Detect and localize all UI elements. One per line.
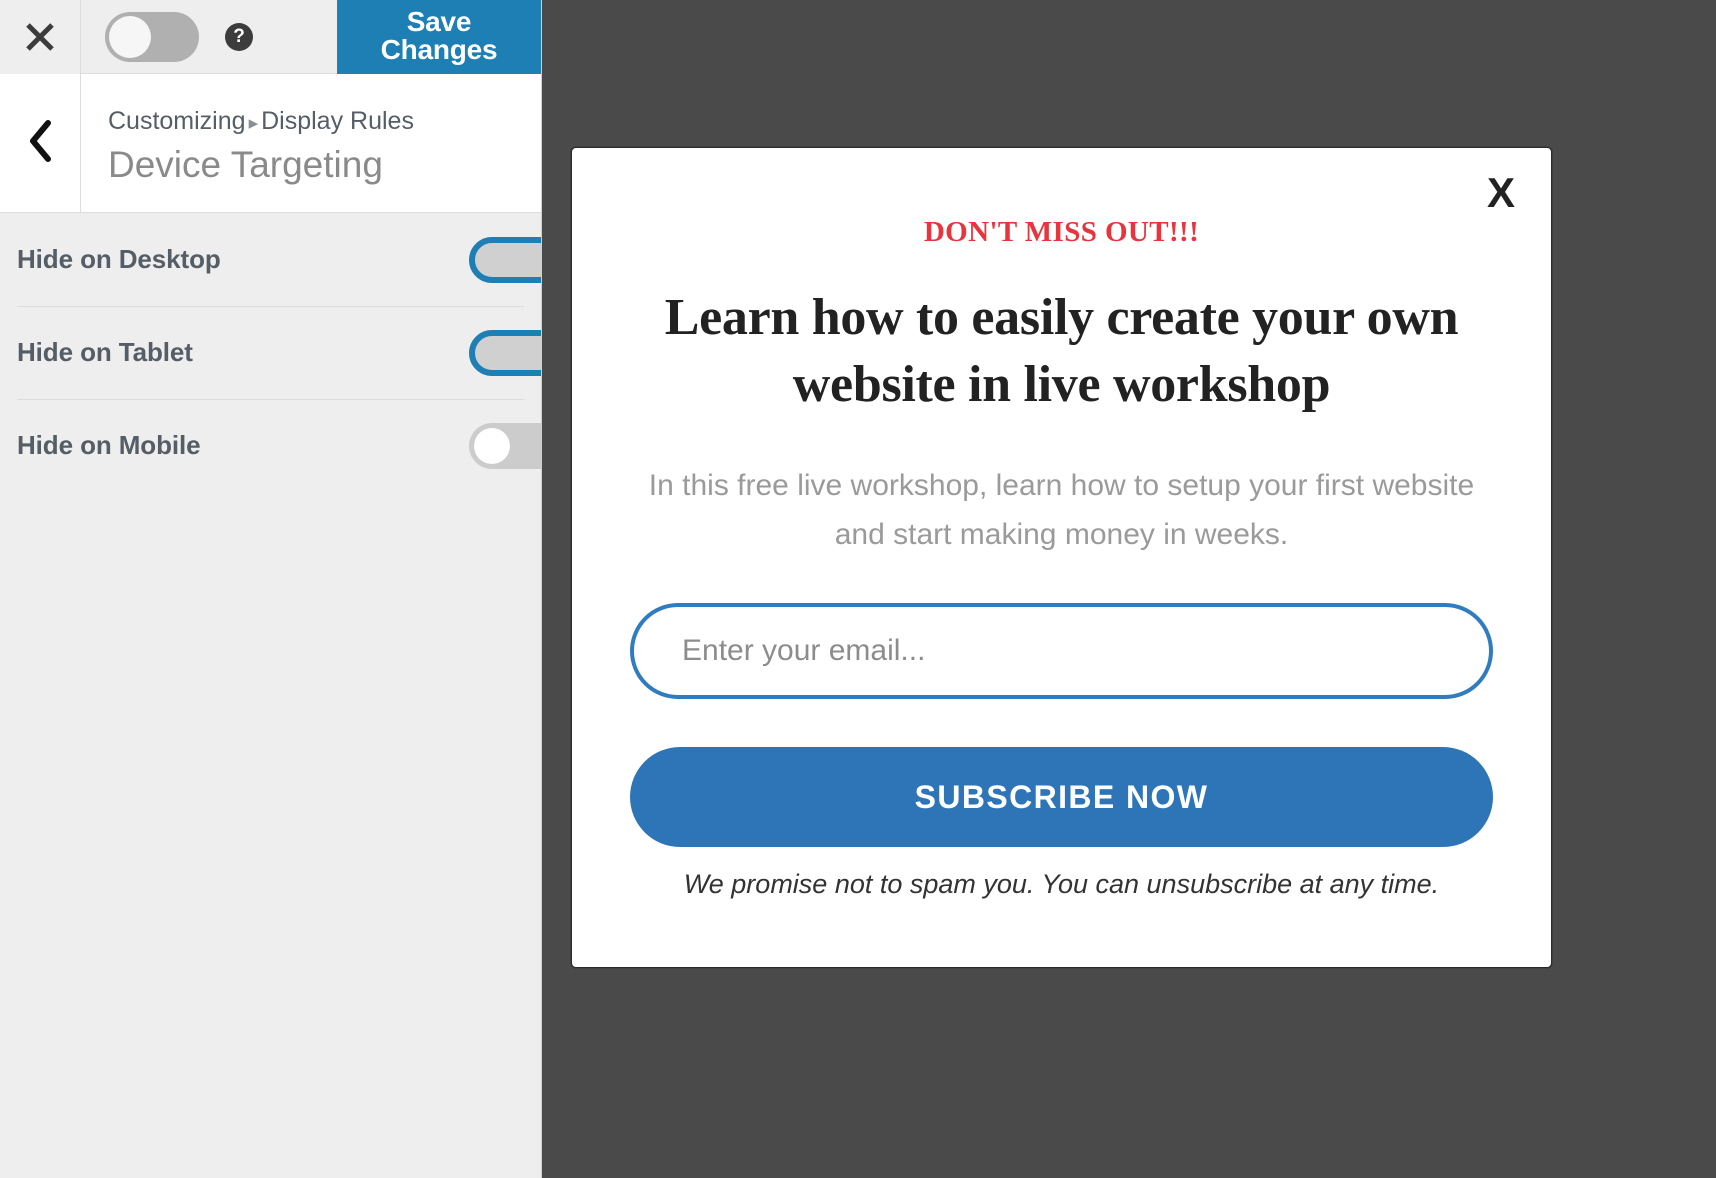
breadcrumb-root[interactable]: Customizing — [108, 107, 246, 135]
customizer-screen: ? Save Changes Customizing ▸ Display Rules… — [0, 0, 1716, 1178]
close-modal-button[interactable]: X — [1487, 172, 1515, 214]
customizer-topbar-actions: ? Save Changes — [81, 0, 541, 80]
optin-modal: X DON'T MISS OUT!!! Learn how to easily … — [571, 147, 1552, 968]
row-hide-on-desktop: Hide on Desktop — [0, 213, 541, 306]
page-title: Device Targeting — [108, 144, 383, 185]
breadcrumb-current: Display Rules — [261, 107, 414, 135]
row-hide-on-mobile: Hide on Mobile — [0, 399, 541, 492]
breadcrumb-separator-icon: ▸ — [248, 113, 259, 134]
close-x-icon — [23, 20, 57, 54]
hide-on-tablet-toggle[interactable] — [469, 329, 541, 376]
modal-subhead: In this free live workshop, learn how to… — [648, 469, 1475, 551]
toggle-knob — [109, 15, 151, 58]
optin-modal-content: DON'T MISS OUT!!! Learn how to easily cr… — [572, 148, 1551, 900]
save-changes-button[interactable]: Save Changes — [337, 0, 541, 80]
device-targeting-rows: Hide on Desktop Hide on Tablet Hide on M… — [0, 213, 541, 492]
modal-eyebrow: DON'T MISS OUT!!! — [923, 216, 1200, 248]
preview-device-toggle[interactable] — [105, 11, 199, 62]
privacy-promise-text: We promise not to spam you. You can unsu… — [683, 869, 1440, 900]
chevron-left-icon — [27, 119, 53, 167]
help-question-icon[interactable]: ? — [225, 22, 253, 51]
customizer-topbar: ? Save Changes — [0, 0, 541, 80]
email-input[interactable] — [630, 603, 1493, 700]
close-customizer-button[interactable] — [0, 0, 81, 74]
back-button[interactable] — [0, 74, 81, 212]
toggle-knob — [474, 427, 510, 464]
hide-on-desktop-toggle[interactable] — [469, 236, 541, 283]
row-label: Hide on Tablet — [17, 337, 193, 367]
row-hide-on-tablet: Hide on Tablet — [0, 306, 541, 399]
subscribe-button[interactable]: SUBSCRIBE NOW — [630, 747, 1493, 848]
row-label: Hide on Desktop — [17, 244, 221, 274]
section-header-text: Customizing ▸ Display Rules Device Targeti… — [81, 74, 541, 212]
modal-headline: Learn how to easily create your own webs… — [664, 289, 1459, 413]
hide-on-mobile-toggle[interactable] — [469, 422, 541, 469]
site-preview: X DON'T MISS OUT!!! Learn how to easily … — [542, 0, 1716, 1178]
customizer-panel: ? Save Changes Customizing ▸ Display Rules… — [0, 0, 542, 1178]
row-label: Hide on Mobile — [17, 430, 201, 460]
breadcrumb: Customizing ▸ Display Rules — [108, 106, 541, 136]
customizer-section-header: Customizing ▸ Display Rules Device Targeti… — [0, 74, 541, 213]
